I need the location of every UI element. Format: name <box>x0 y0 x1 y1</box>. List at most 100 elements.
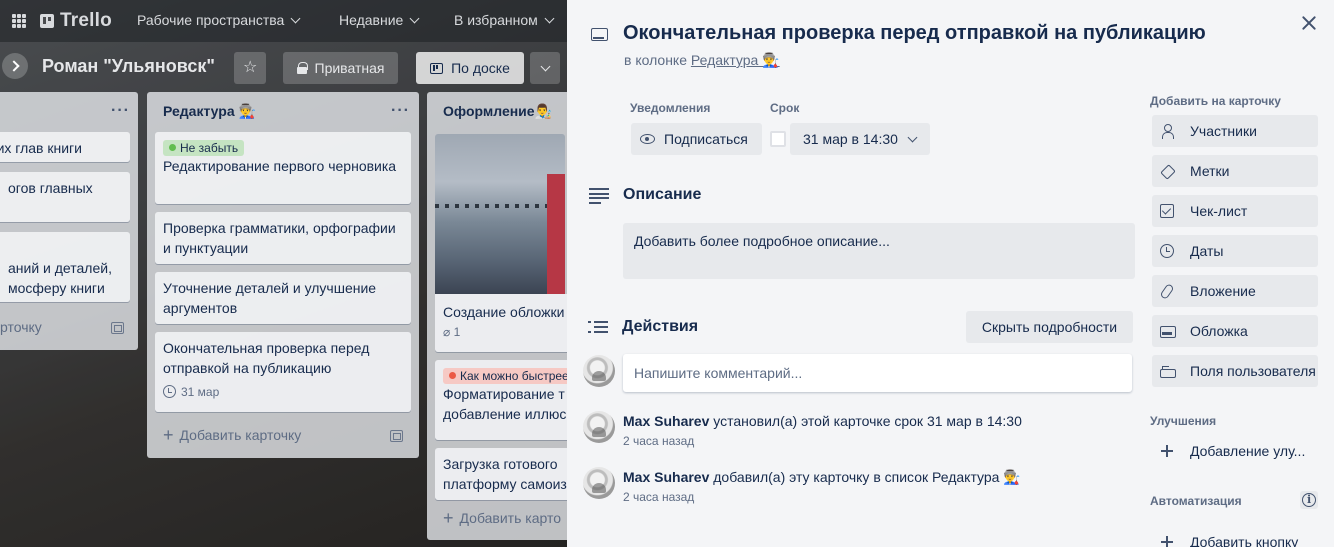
board-title[interactable]: Роман "Ульяновск" <box>42 56 215 77</box>
card-text: Редактирование первого черновика <box>163 158 397 174</box>
card-template-icon[interactable] <box>111 322 124 334</box>
add-card-label: Добавить карточку <box>179 427 302 443</box>
checklist-button[interactable]: Чек-лист <box>1152 195 1318 227</box>
workspaces-menu[interactable]: Рабочие пространства <box>137 12 301 28</box>
activity-text: установил(а) этой карточке срок 31 мар в… <box>713 413 1022 429</box>
in-list-prefix: в колонке <box>624 52 687 68</box>
clock-icon <box>163 385 176 398</box>
expand-sidebar-button[interactable] <box>2 53 28 79</box>
card-cover-icon <box>1160 324 1176 338</box>
board-icon <box>430 62 444 74</box>
info-icon[interactable] <box>1300 491 1318 509</box>
list-menu-icon[interactable]: ··· <box>111 102 130 120</box>
dates-button[interactable]: Даты <box>1152 235 1318 267</box>
visibility-label: Приватная <box>314 60 385 76</box>
apps-icon[interactable] <box>12 14 26 28</box>
close-icon[interactable] <box>1300 14 1318 32</box>
board-card[interactable]: Как можно быстрее Форматирование т добав… <box>435 360 567 440</box>
card-detail-modal: Окончательная проверка перед отправкой н… <box>567 0 1334 547</box>
card-text: огов главных <box>8 180 93 196</box>
checklist-label: Чек-лист <box>1190 203 1248 219</box>
card-due-badge: 31 мар <box>163 382 403 402</box>
due-complete-checkbox[interactable] <box>770 131 786 147</box>
chevron-down-icon <box>409 13 420 23</box>
clock-icon <box>1160 244 1174 258</box>
in-list-info: в колонке Редактура 👨‍🏭 <box>624 52 780 69</box>
board-card[interactable]: Окончательная проверка перед отправкой н… <box>155 332 411 412</box>
add-button-button[interactable]: Добавить кнопку <box>1152 526 1318 547</box>
activity-user[interactable]: Max Suharev <box>623 469 709 485</box>
card-icon <box>591 28 608 41</box>
members-button[interactable]: Участники <box>1152 115 1318 147</box>
chevron-down-icon <box>290 13 301 23</box>
board-list: Редактура 👨‍🏭 ··· Не забыть Редактирован… <box>147 92 419 458</box>
board-card[interactable]: огов главных <box>0 172 130 222</box>
cover-button[interactable]: Обложка <box>1152 315 1318 347</box>
description-placeholder: Добавить более подробное описание... <box>634 233 890 249</box>
comment-input[interactable]: Напишите комментарий... <box>623 354 1132 392</box>
board-card[interactable]: аний и деталей, мосферу книги <box>0 232 130 302</box>
avatar[interactable] <box>583 467 615 499</box>
card-cover-image[interactable] <box>435 134 565 294</box>
labels-button[interactable]: Метки <box>1152 155 1318 187</box>
subscribe-label: Подписаться <box>664 131 748 147</box>
paperclip-icon: ⌀ <box>443 325 454 339</box>
trello-logo[interactable]: Trello <box>40 10 112 32</box>
view-switcher-button[interactable] <box>530 52 560 84</box>
avatar[interactable] <box>583 411 615 443</box>
star-board-button[interactable]: ☆ <box>234 52 266 84</box>
due-date-value: 31 мар в 14:30 <box>803 131 898 147</box>
lock-icon <box>296 62 308 74</box>
checklist-icon <box>1160 204 1174 218</box>
trello-icon <box>40 14 54 28</box>
plus-icon <box>1160 535 1174 547</box>
recent-label: Недавние <box>339 12 404 28</box>
board-card[interactable]: Проверка грамматики, орфографии и пункту… <box>155 212 411 264</box>
custom-fields-button[interactable]: Поля пользователя <box>1152 355 1318 387</box>
board-card[interactable]: Загрузка готового платформу самоиз <box>435 448 567 500</box>
card-template-icon[interactable] <box>390 430 403 442</box>
list-title[interactable]: Оформление👨‍🎨 <box>443 103 552 120</box>
due-date-button[interactable]: 31 мар в 14:30 <box>790 123 930 155</box>
card-title[interactable]: Окончательная проверка перед отправкой н… <box>623 22 1206 45</box>
list-menu-icon[interactable]: ··· <box>391 102 410 120</box>
visibility-button[interactable]: Приватная <box>283 52 398 84</box>
board-card[interactable]: Не забыть Редактирование первого чернови… <box>155 132 411 204</box>
card-label-text: Не забыть <box>180 140 239 155</box>
star-icon: ☆ <box>243 59 258 76</box>
add-powerup-button[interactable]: Добавление улу... <box>1152 435 1318 467</box>
board-card[interactable]: Уточнение деталей и улучшение аргументов <box>155 272 411 324</box>
card-text: их глав книги <box>0 140 82 156</box>
add-card-button[interactable]: рточку <box>0 319 42 335</box>
card-label-text: Как можно быстрее <box>460 368 567 383</box>
description-icon <box>589 188 609 204</box>
description-title: Описание <box>623 186 702 203</box>
card-text: Уточнение деталей и улучшение аргументов <box>163 280 377 316</box>
add-card-button[interactable]: + Добавить карто <box>443 509 561 527</box>
board-card[interactable]: Создание обложки ⌀ 1 <box>435 294 567 352</box>
starred-menu[interactable]: В избранном <box>454 12 555 28</box>
activity-timestamp[interactable]: 2 часа назад <box>623 434 694 448</box>
activity-timestamp[interactable]: 2 часа назад <box>623 490 694 504</box>
recent-menu[interactable]: Недавние <box>339 12 420 28</box>
board-view-button[interactable]: По доске <box>416 52 524 84</box>
avatar[interactable] <box>583 355 615 387</box>
card-label: Как можно быстрее <box>443 367 567 384</box>
board-card[interactable]: их глав книги <box>0 132 130 162</box>
description-input[interactable]: Добавить более подробное описание... <box>623 223 1135 279</box>
hide-details-button[interactable]: Скрыть подробности <box>966 311 1133 343</box>
automation-label: Автоматизация <box>1150 494 1242 508</box>
hide-details-label: Скрыть подробности <box>981 319 1118 335</box>
activity-user[interactable]: Max Suharev <box>623 413 709 429</box>
activity-text: добавил(а) эту карточку в список Редакту… <box>713 469 1021 485</box>
plus-icon: + <box>163 425 174 445</box>
card-text: Загрузка готового платформу самоиз <box>443 456 567 492</box>
activity-title: Действия <box>622 318 699 335</box>
subscribe-button[interactable]: Подписаться <box>631 123 762 155</box>
attachment-button[interactable]: Вложение <box>1152 275 1318 307</box>
add-powerup-label: Добавление улу... <box>1190 443 1306 459</box>
list-title[interactable]: Редактура 👨‍🏭 <box>163 103 256 120</box>
add-card-button[interactable]: + Добавить карточку <box>163 425 302 445</box>
custom-fields-label: Поля пользователя <box>1190 363 1316 379</box>
list-link[interactable]: Редактура 👨‍🏭 <box>691 52 780 68</box>
